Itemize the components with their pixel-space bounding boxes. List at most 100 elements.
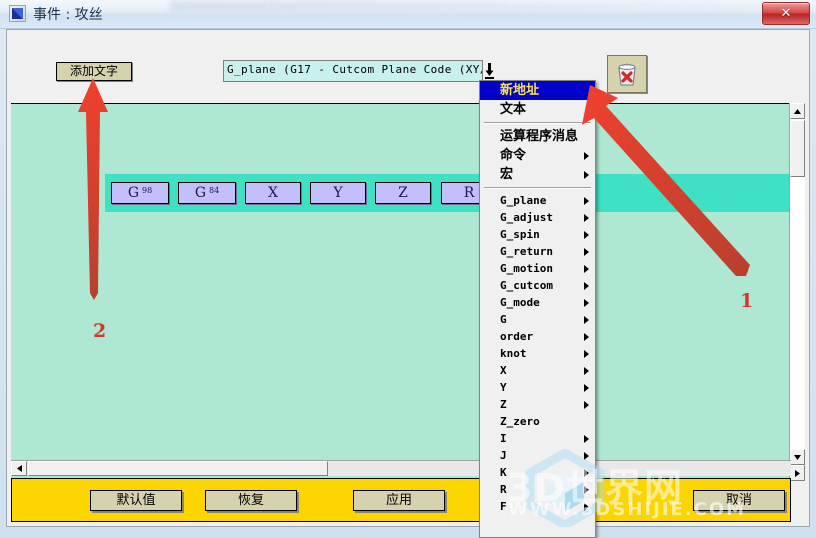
gcode-button-z[interactable]: Z [375, 182, 431, 204]
submenu-arrow-icon [584, 281, 589, 290]
submenu-arrow-icon [584, 315, 589, 324]
scroll-left-icon[interactable] [11, 461, 27, 476]
submenu-arrow-icon [584, 247, 589, 256]
scroll-right-icon[interactable] [790, 465, 805, 481]
submenu-arrow-icon [584, 213, 589, 222]
menu-item-label: 文本 [500, 102, 527, 117]
menu-item-label: 命令 [500, 148, 527, 163]
menu-item-label: knot [500, 347, 527, 360]
menu-item--[interactable]: 新地址 [480, 81, 595, 100]
menu-item-label: 新地址 [500, 83, 540, 98]
horizontal-scrollbar[interactable] [11, 460, 791, 476]
submenu-arrow-icon [584, 230, 589, 239]
menu-item-label: 宏 [500, 167, 514, 182]
delete-address-button[interactable] [607, 55, 647, 93]
menu-item-g_mode[interactable]: G_mode [480, 294, 595, 311]
menu-item-label: Z [500, 398, 507, 411]
menu-item-g_cutcom[interactable]: G_cutcom [480, 277, 595, 294]
add-text-button[interactable]: 添加文字 [56, 62, 132, 81]
menu-item-r[interactable]: R [480, 481, 595, 498]
title-bar-blur [170, 0, 810, 12]
window-title: 事件 : 攻丝 [33, 7, 103, 23]
scroll-down-icon[interactable] [790, 449, 805, 465]
dialog-button-默认值[interactable]: 默认值 [90, 490, 182, 511]
menu-item--[interactable]: 文本 [480, 100, 595, 119]
dialog-button-取消[interactable]: 取消 [693, 490, 785, 511]
menu-item-label: G_return [500, 245, 553, 258]
trash-delete-icon [618, 63, 636, 86]
submenu-arrow-icon [584, 332, 589, 341]
menu-item-g_motion[interactable]: G_motion [480, 260, 595, 277]
submenu-arrow-icon [584, 451, 589, 460]
menu-item-z[interactable]: Z [480, 396, 595, 413]
gcode-button-label: X [268, 185, 278, 201]
menu-item-f[interactable]: F [480, 498, 595, 515]
menu-item-j[interactable]: J [480, 447, 595, 464]
vertical-scrollbar[interactable] [789, 103, 805, 481]
menu-item-label: order [500, 330, 534, 343]
toolbar: 添加文字 G_plane (G17 - Cutcom Plane Code (X… [7, 30, 809, 102]
menu-item--[interactable]: 命令 [480, 146, 595, 165]
menu-item-g[interactable]: G [480, 311, 595, 328]
menu-item-z_zero[interactable]: Z_zero [480, 413, 595, 430]
menu-item-order[interactable]: order [480, 328, 595, 345]
dialog-button-恢复[interactable]: 恢复 [205, 490, 297, 511]
title-bar: 事件 : 攻丝 ✕ [0, 0, 816, 29]
menu-item-knot[interactable]: knot [480, 345, 595, 362]
address-combobox[interactable]: G_plane (G17 - Cutcom Plane Code (XY/ZX/ [223, 60, 483, 82]
gcode-button-g98[interactable]: G 98 [111, 182, 169, 204]
gcode-button-x[interactable]: X [245, 182, 301, 204]
window-close-button[interactable]: ✕ [762, 2, 810, 25]
menu-item-g_spin[interactable]: G_spin [480, 226, 595, 243]
submenu-arrow-icon [584, 170, 589, 179]
gcode-button-label: G [194, 185, 206, 201]
menu-item-label: K [500, 466, 507, 479]
gcode-button-g84[interactable]: G 84 [178, 182, 236, 204]
menu-item-label: R [500, 483, 507, 496]
gcode-button-label: G [127, 185, 139, 201]
gcode-button-y[interactable]: Y [310, 182, 366, 204]
horizontal-scroll-thumb[interactable] [28, 461, 328, 476]
menu-item-g_return[interactable]: G_return [480, 243, 595, 260]
menu-item-x[interactable]: X [480, 362, 595, 379]
menu-item-k[interactable]: K [480, 464, 595, 481]
menu-item-label: Z_zero [500, 415, 540, 428]
menu-item-label: 运算程序消息 [500, 129, 579, 144]
event-canvas[interactable]: G 98 G 84 X Y Z R [11, 103, 791, 481]
dialog-button-bar: 默认值 恢复 应用 取消 [11, 478, 791, 522]
submenu-arrow-icon [584, 298, 589, 307]
menu-item-y[interactable]: Y [480, 379, 595, 396]
menu-item--[interactable]: 宏 [480, 165, 595, 184]
submenu-arrow-icon [584, 383, 589, 392]
submenu-arrow-icon [584, 468, 589, 477]
submenu-arrow-icon [584, 485, 589, 494]
submenu-arrow-icon [584, 502, 589, 511]
submenu-arrow-icon [584, 434, 589, 443]
submenu-arrow-icon [584, 349, 589, 358]
vertical-scroll-thumb[interactable] [790, 120, 805, 177]
menu-item--[interactable]: 运算程序消息 [480, 127, 595, 146]
menu-item-label: G_plane [500, 194, 547, 207]
gcode-button-label: R [463, 185, 475, 201]
gcode-button-label: Y [333, 185, 343, 201]
app-icon [9, 5, 26, 22]
dialog-button-应用[interactable]: 应用 [353, 490, 445, 511]
annotation-number-2: 2 [93, 320, 107, 342]
menu-item-label: I [500, 432, 507, 445]
gcode-button-subscript: 98 [142, 185, 153, 195]
dialog-client-area: 添加文字 G_plane (G17 - Cutcom Plane Code (X… [6, 29, 810, 527]
scroll-up-icon[interactable] [790, 103, 805, 119]
menu-item-g_plane[interactable]: G_plane [480, 192, 595, 209]
menu-item-label: F [500, 500, 507, 513]
menu-separator [484, 122, 591, 124]
gcode-button-subscript: 84 [209, 185, 220, 195]
annotation-number-1: 1 [740, 290, 754, 312]
context-menu[interactable]: 新地址文本运算程序消息 命令宏 G_plane G_adjust G_spin G_ret… [479, 80, 596, 538]
menu-item-label: G [500, 313, 507, 326]
menu-item-g_adjust[interactable]: G_adjust [480, 209, 595, 226]
submenu-arrow-icon [584, 151, 589, 160]
menu-item-i[interactable]: I [480, 430, 595, 447]
menu-item-label: G_spin [500, 228, 540, 241]
gcode-button-label: Z [398, 185, 408, 201]
menu-item-label: G_adjust [500, 211, 553, 224]
